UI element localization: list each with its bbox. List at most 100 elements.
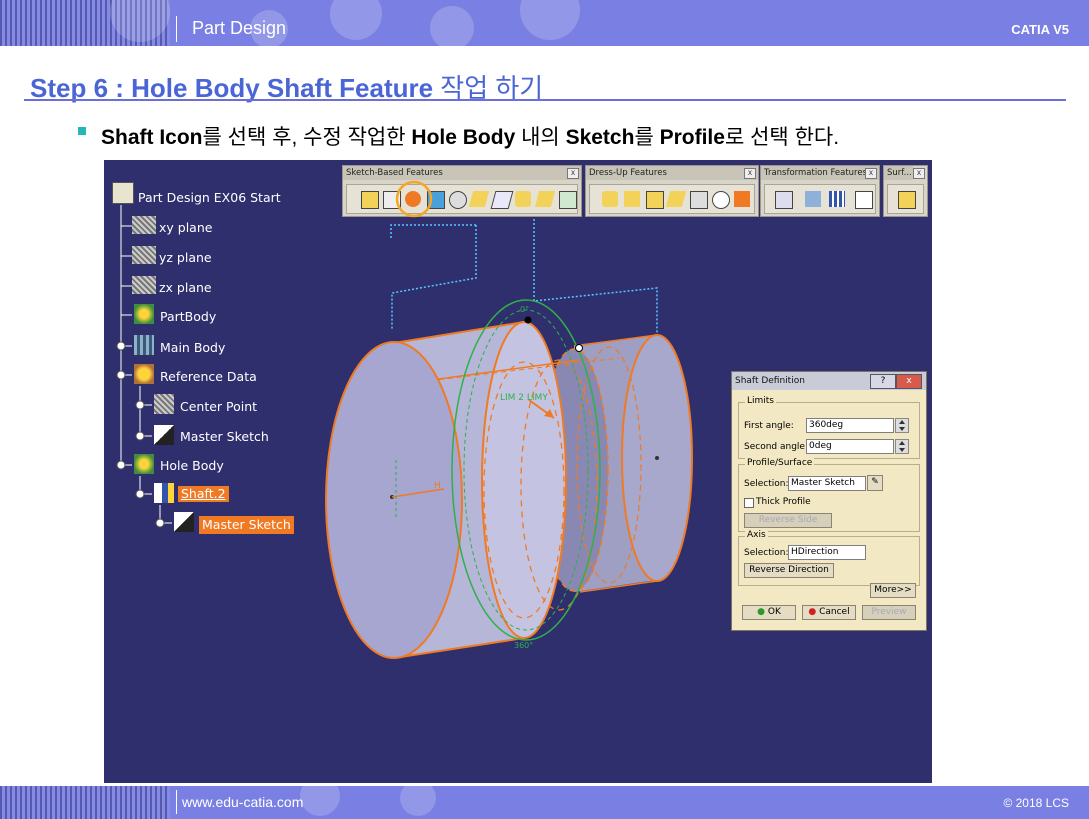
thread-icon[interactable] <box>712 191 730 209</box>
reverse-direction-button[interactable]: Reverse Direction <box>744 563 834 578</box>
more-button[interactable]: More>> <box>870 583 916 598</box>
thick-profile-checkbox[interactable] <box>744 498 754 508</box>
reverse-side-button[interactable]: Reverse Side <box>744 513 832 528</box>
catia-screenshot: 0° 360° LIM 2 LIMY H Part Design EX06 St… <box>104 160 932 783</box>
hole-icon[interactable] <box>449 191 467 209</box>
sketcher-edit-icon[interactable]: ✎ <box>867 475 883 491</box>
scaling-icon[interactable] <box>855 191 873 209</box>
remove-face-icon[interactable] <box>734 191 750 207</box>
shaft-definition-dialog: Shaft Definition ? x Limits First angle:… <box>731 371 927 631</box>
toolbar-title: Surf... <box>884 166 913 180</box>
plane-icon <box>132 246 156 264</box>
profile-selection-label: Selection: <box>744 479 789 489</box>
axis-label: LIM 2 LIMY <box>500 393 548 403</box>
angle-bottom-label: 360° <box>514 641 534 650</box>
tree-item-main-body[interactable]: Main Body <box>160 340 225 356</box>
sketch-icon <box>154 425 174 445</box>
body-gear-icon <box>134 454 154 474</box>
section-name: Part Design <box>192 18 287 38</box>
second-angle-field[interactable]: 0deg <box>806 439 894 454</box>
tree-item-center-point[interactable]: Center Point <box>180 399 257 415</box>
angle-top-label: 0° <box>520 305 530 314</box>
footer-url[interactable]: www.edu-catia.com <box>182 794 303 810</box>
remove-loft-icon[interactable] <box>559 191 577 209</box>
plane-icon <box>132 276 156 294</box>
close-icon[interactable]: x <box>567 168 579 179</box>
limits-group-label: Limits <box>745 396 776 406</box>
ok-green-dot-icon: ● <box>757 607 765 617</box>
axis-selection-field[interactable]: HDirection <box>788 545 866 560</box>
footer-stripe-decoration <box>0 786 170 819</box>
first-angle-spinner[interactable] <box>895 418 909 433</box>
tree-item-yz-plane[interactable]: yz plane <box>159 250 212 266</box>
header-band: Part Design CATIA V5 <box>0 0 1089 46</box>
title-divider <box>24 99 1066 101</box>
thick-profile-label: Thick Profile <box>756 497 811 507</box>
toolbar-surface: Surf... x <box>883 165 928 217</box>
toolbar-title: Dress-Up Features <box>586 166 758 180</box>
profile-selection-field[interactable]: Master Sketch <box>788 476 866 491</box>
part-document-icon <box>112 182 134 204</box>
axis-selection-label: Selection: <box>744 548 789 558</box>
toolbar-title: Sketch-Based Features <box>343 166 581 180</box>
close-dialog-button[interactable]: x <box>896 374 922 389</box>
preview-button[interactable]: Preview <box>862 605 916 620</box>
toolbar-dress-up: Dress-Up Features x <box>585 165 759 217</box>
footer-copyright: © 2018 LCS <box>1003 796 1069 810</box>
instruction-text: Shaft Icon를 선택 후, 수정 작업한 Hole Body 내의 Sk… <box>101 126 840 149</box>
tree-item-zx-plane[interactable]: zx plane <box>159 280 212 296</box>
tree-item-master-sketch-selected[interactable]: Master Sketch <box>199 516 294 534</box>
help-button[interactable]: ? <box>870 374 896 389</box>
close-icon[interactable]: x <box>865 168 877 179</box>
draft-icon[interactable] <box>646 191 664 209</box>
toolbar-sketch-based: Sketch-Based Features x <box>342 165 582 217</box>
tree-item-xy-plane[interactable]: xy plane <box>159 220 212 236</box>
product-name: CATIA V5 <box>1011 22 1069 37</box>
ok-button[interactable]: ● OK <box>742 605 796 620</box>
footer-band: www.edu-catia.com © 2018 LCS <box>0 786 1089 819</box>
cancel-button[interactable]: ● Cancel <box>802 605 856 620</box>
chamfer-icon[interactable] <box>624 191 640 207</box>
split-icon[interactable] <box>898 191 916 209</box>
mirror-icon[interactable] <box>805 191 821 207</box>
loft-icon[interactable] <box>534 191 556 207</box>
axis-group-label: Axis <box>745 530 768 540</box>
shaft-icon <box>154 483 174 503</box>
plane-icon <box>132 216 156 234</box>
tree-item-root[interactable]: Part Design EX06 Start <box>138 190 281 206</box>
tree-item-hole-body[interactable]: Hole Body <box>160 458 224 474</box>
rib-icon[interactable] <box>468 191 490 207</box>
h-direction-label: H <box>434 481 441 491</box>
bullet-square-icon <box>78 127 86 135</box>
pattern-icon[interactable] <box>829 191 845 207</box>
toolbar-title: Transformation Features <box>761 166 879 180</box>
point-icon <box>154 394 174 414</box>
shaft-icon-highlight-circle <box>395 180 433 218</box>
axis-group: Axis <box>738 530 920 586</box>
sketch-icon <box>174 512 194 532</box>
shell-icon[interactable] <box>665 191 687 207</box>
first-angle-label: First angle: <box>744 421 794 431</box>
main-body-icon <box>134 335 154 355</box>
translation-icon[interactable] <box>775 191 793 209</box>
tree-item-partbody[interactable]: PartBody <box>160 309 216 325</box>
stiffener-icon[interactable] <box>515 191 531 207</box>
specification-tree: Part Design EX06 Start xy plane yz plane… <box>104 160 364 560</box>
slot-icon[interactable] <box>490 191 514 209</box>
tree-item-master-sketch[interactable]: Master Sketch <box>180 429 269 445</box>
second-angle-spinner[interactable] <box>895 439 909 454</box>
tree-item-reference-data[interactable]: Reference Data <box>160 369 257 385</box>
cancel-red-dot-icon: ● <box>808 607 817 617</box>
reference-data-icon <box>134 364 154 384</box>
fillet-icon[interactable] <box>602 191 618 207</box>
close-icon[interactable]: x <box>744 168 756 179</box>
first-angle-field[interactable]: 360deg <box>806 418 894 433</box>
toolbar-transformation: Transformation Features x <box>760 165 880 217</box>
thickness-icon[interactable] <box>690 191 708 209</box>
profile-group-label: Profile/Surface <box>745 458 815 468</box>
tree-item-shaft[interactable]: Shaft.2 <box>178 486 229 502</box>
second-angle-label: Second angle: <box>744 442 808 452</box>
body-gear-icon <box>134 304 154 324</box>
close-icon[interactable]: x <box>913 168 925 179</box>
pad-icon[interactable] <box>361 191 379 209</box>
